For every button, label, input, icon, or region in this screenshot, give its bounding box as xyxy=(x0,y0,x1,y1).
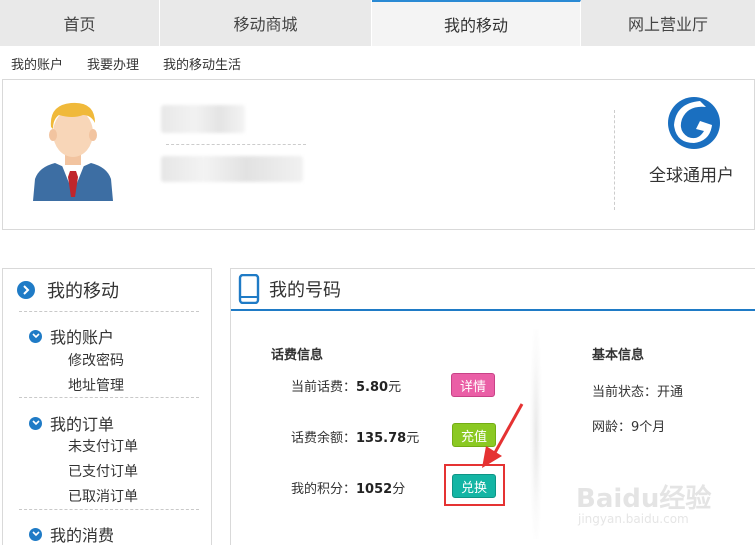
gotone-logo-icon xyxy=(668,97,720,149)
tab-online-hall[interactable]: 网上营业厅 xyxy=(581,0,755,46)
sidebar: 我的移动 我的账户 修改密码 地址管理 我的订单 未支付订单 已支付订单 已取消… xyxy=(2,268,212,545)
profile-card: 全球通用户 xyxy=(2,79,755,230)
my-points: 我的积分：1052分 xyxy=(291,482,406,497)
sidebar-section-label: 我的账户 xyxy=(50,328,115,347)
avatar xyxy=(33,102,113,201)
chevron-right-icon xyxy=(17,281,35,299)
sidebar-item-cancelled-orders[interactable]: 已取消订单 xyxy=(68,486,138,506)
watermark-text: Baidu经验 xyxy=(576,484,712,514)
fee-balance: 话费余额：135.78元 xyxy=(291,431,420,446)
sidebar-item-unpaid-orders[interactable]: 未支付订单 xyxy=(68,436,138,456)
sidebar-item-address[interactable]: 地址管理 xyxy=(68,375,124,395)
phone-number-blurred xyxy=(161,156,303,182)
top-nav: 首页 移动商城 我的移动 网上营业厅 xyxy=(0,0,755,46)
divider xyxy=(19,311,199,312)
chevron-down-icon xyxy=(29,527,42,541)
tab-mall[interactable]: 移动商城 xyxy=(160,0,372,46)
highlight-box xyxy=(444,464,505,506)
account-status: 当前状态：开通 xyxy=(592,385,684,400)
sidebar-item-paid-orders[interactable]: 已支付订单 xyxy=(68,461,138,481)
network-age: 网龄：9个月 xyxy=(592,420,666,435)
sidebar-title-label: 我的移动 xyxy=(47,281,119,302)
username-blurred xyxy=(161,105,245,133)
panel-header: 我的号码 xyxy=(231,269,755,311)
sub-nav: 我的账户 我要办理 我的移动生活 xyxy=(0,48,265,78)
panel-title: 我的号码 xyxy=(269,280,341,301)
subnav-mobile-life[interactable]: 我的移动生活 xyxy=(163,54,241,73)
chevron-down-icon xyxy=(29,329,42,343)
user-type-label: 全球通用户 xyxy=(649,166,734,186)
sidebar-section-consumption[interactable]: 我的消费 xyxy=(29,522,114,545)
subnav-my-account[interactable]: 我的账户 xyxy=(11,54,63,73)
basic-info-heading: 基本信息 xyxy=(592,348,645,363)
sidebar-section-label: 我的订单 xyxy=(50,415,115,434)
arrow-icon xyxy=(482,403,524,468)
watermark: Baidu经验 jingyan.baidu.com xyxy=(576,478,746,538)
sidebar-title: 我的移动 xyxy=(3,269,211,311)
sidebar-section-orders[interactable]: 我的订单 xyxy=(29,411,114,435)
detail-button[interactable]: 详情 xyxy=(451,373,495,397)
phone-icon xyxy=(238,274,260,304)
chevron-down-icon xyxy=(29,416,42,430)
watermark-url: jingyan.baidu.com xyxy=(578,512,689,526)
subnav-handle[interactable]: 我要办理 xyxy=(87,54,139,73)
sidebar-section-account[interactable]: 我的账户 xyxy=(29,324,114,348)
divider xyxy=(19,509,199,510)
current-fee: 当前话费：5.80元 xyxy=(291,380,402,395)
tab-my-mobile[interactable]: 我的移动 xyxy=(372,0,581,46)
tab-home[interactable]: 首页 xyxy=(0,0,160,46)
divider xyxy=(530,329,542,539)
sidebar-section-label: 我的消费 xyxy=(50,526,115,545)
fee-info-heading: 话费信息 xyxy=(271,348,324,363)
divider xyxy=(614,110,615,210)
sidebar-item-change-password[interactable]: 修改密码 xyxy=(68,350,124,370)
divider xyxy=(166,144,306,145)
divider xyxy=(19,397,199,398)
